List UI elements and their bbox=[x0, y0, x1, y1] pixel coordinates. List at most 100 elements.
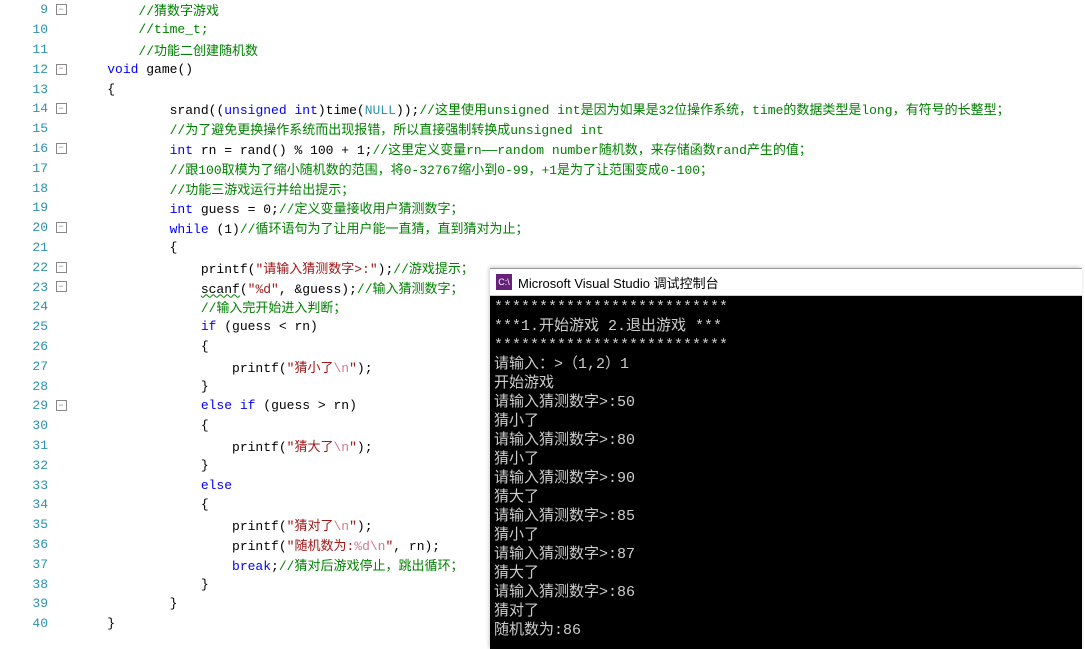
token-punct: ( bbox=[279, 440, 287, 455]
token-string: "猜大了 bbox=[287, 440, 334, 455]
code-line[interactable]: 18 //功能三游戏运行并给出提示； bbox=[0, 178, 1085, 198]
code-content[interactable]: { bbox=[74, 339, 209, 354]
code-content[interactable]: } bbox=[74, 458, 209, 473]
code-content[interactable]: //输入完开始进入判断； bbox=[74, 297, 346, 316]
code-line[interactable]: 14− srand((unsigned int)time(NULL));//这里… bbox=[0, 99, 1085, 119]
token-punct: rn = bbox=[193, 143, 240, 158]
token-keyword: int bbox=[170, 202, 193, 217]
outline-margin[interactable]: − bbox=[54, 222, 68, 234]
token-ident: printf bbox=[201, 262, 248, 277]
token-punct: (guess < rn) bbox=[216, 319, 317, 334]
code-line[interactable]: 20− while (1)//循环语句为了让用户能一直猜，直到猜对为止； bbox=[0, 218, 1085, 238]
code-content[interactable]: } bbox=[74, 616, 115, 631]
token-string: " bbox=[349, 440, 357, 455]
code-content[interactable]: //time_t; bbox=[74, 22, 209, 37]
code-content[interactable]: srand((unsigned int)time(NULL));//这里使用un… bbox=[74, 99, 1010, 118]
code-content[interactable]: printf("随机数为:%d\n", rn); bbox=[74, 535, 440, 554]
code-line[interactable]: 15 //为了避免更换操作系统而出现报错，所以直接强制转换成unsigned i… bbox=[0, 119, 1085, 139]
code-content[interactable]: //跟100取模为了缩小随机数的范围，将0-32767缩小到0-99，+1是为了… bbox=[74, 159, 713, 178]
token-punct: { bbox=[170, 240, 178, 255]
token-punct: () bbox=[177, 62, 193, 77]
vs-icon: C:\ bbox=[496, 274, 512, 290]
fold-toggle-icon[interactable]: − bbox=[56, 4, 67, 15]
token-keyword: if bbox=[240, 398, 256, 413]
code-content[interactable]: //为了避免更换操作系统而出现报错，所以直接强制转换成unsigned int bbox=[74, 119, 604, 138]
line-number: 35 bbox=[0, 517, 54, 532]
code-content[interactable]: printf("猜大了\n"); bbox=[74, 436, 373, 455]
line-number: 24 bbox=[0, 299, 54, 314]
code-content[interactable]: { bbox=[74, 240, 177, 255]
console-titlebar[interactable]: C:\ Microsoft Visual Studio 调试控制台 bbox=[490, 269, 1082, 296]
token-punct bbox=[232, 398, 240, 413]
token-identU: scanf bbox=[201, 282, 240, 297]
fold-toggle-icon[interactable]: − bbox=[56, 400, 67, 411]
outline-margin[interactable]: − bbox=[54, 103, 68, 115]
token-punct: ( bbox=[279, 539, 287, 554]
line-number: 22 bbox=[0, 260, 54, 275]
code-content[interactable]: scanf("%d", &guess);//输入猜测数字； bbox=[74, 278, 464, 297]
code-content[interactable]: while (1)//循环语句为了让用户能一直猜，直到猜对为止； bbox=[74, 218, 528, 237]
token-string: " bbox=[349, 361, 357, 376]
token-ident: rand bbox=[240, 143, 271, 158]
token-string: "猜小了 bbox=[287, 361, 334, 376]
code-content[interactable]: } bbox=[74, 379, 209, 394]
code-content[interactable]: int rn = rand() % 100 + 1;//这里定义变量rn——ra… bbox=[74, 139, 812, 158]
code-content[interactable]: int guess = 0;//定义变量接收用户猜测数字； bbox=[74, 198, 463, 217]
code-content[interactable]: } bbox=[74, 577, 209, 592]
code-line[interactable]: 9− //猜数字游戏 bbox=[0, 0, 1085, 20]
token-punct: } bbox=[107, 616, 115, 631]
outline-margin[interactable]: − bbox=[54, 281, 68, 293]
token-punct: (1) bbox=[209, 222, 240, 237]
code-line[interactable]: 21 { bbox=[0, 238, 1085, 258]
token-comment: //猜数字游戏 bbox=[138, 4, 219, 19]
token-punct: )); bbox=[396, 103, 419, 118]
code-content[interactable]: else if (guess > rn) bbox=[74, 398, 357, 413]
token-punct: { bbox=[201, 418, 209, 433]
token-punct: (( bbox=[209, 103, 225, 118]
outline-margin[interactable]: − bbox=[54, 4, 68, 16]
code-content[interactable]: else bbox=[74, 478, 232, 493]
token-punct: ( bbox=[240, 282, 248, 297]
line-number: 10 bbox=[0, 22, 54, 37]
code-line[interactable]: 10 //time_t; bbox=[0, 20, 1085, 40]
code-content[interactable]: if (guess < rn) bbox=[74, 319, 318, 334]
token-comment: //游戏提示； bbox=[393, 262, 474, 277]
outline-margin[interactable]: − bbox=[54, 64, 68, 76]
code-line[interactable]: 16− int rn = rand() % 100 + 1;//这里定义变量rn… bbox=[0, 139, 1085, 159]
code-line[interactable]: 13 { bbox=[0, 79, 1085, 99]
outline-margin[interactable]: − bbox=[54, 143, 68, 155]
fold-toggle-icon[interactable]: − bbox=[56, 281, 67, 292]
line-number: 36 bbox=[0, 537, 54, 552]
token-punct: ( bbox=[279, 519, 287, 534]
code-content[interactable]: break;//猜对后游戏停止，跳出循环； bbox=[74, 555, 463, 574]
code-line[interactable]: 12− void game() bbox=[0, 59, 1085, 79]
line-number: 18 bbox=[0, 181, 54, 196]
token-punct: } bbox=[170, 596, 178, 611]
token-keyword: break bbox=[232, 559, 271, 574]
code-content[interactable]: void game() bbox=[74, 62, 193, 77]
token-ident: srand bbox=[170, 103, 209, 118]
fold-toggle-icon[interactable]: − bbox=[56, 103, 67, 114]
line-number: 15 bbox=[0, 121, 54, 136]
code-content[interactable]: { bbox=[74, 418, 209, 433]
code-content[interactable]: printf("猜对了\n"); bbox=[74, 515, 373, 534]
fold-toggle-icon[interactable]: − bbox=[56, 143, 67, 154]
fold-toggle-icon[interactable]: − bbox=[56, 222, 67, 233]
outline-margin[interactable]: − bbox=[54, 262, 68, 274]
code-content[interactable]: { bbox=[74, 82, 115, 97]
code-content[interactable]: //功能二创建随机数 bbox=[74, 40, 258, 59]
token-punct: ( bbox=[279, 361, 287, 376]
code-line[interactable]: 11 //功能二创建随机数 bbox=[0, 40, 1085, 60]
fold-toggle-icon[interactable]: − bbox=[56, 64, 67, 75]
token-escape: %d\n bbox=[354, 539, 385, 554]
code-content[interactable]: //功能三游戏运行并给出提示； bbox=[74, 179, 354, 198]
code-content[interactable]: //猜数字游戏 bbox=[74, 0, 219, 19]
code-content[interactable]: printf("请输入猜测数字>:");//游戏提示； bbox=[74, 258, 474, 277]
code-content[interactable]: { bbox=[74, 497, 209, 512]
code-content[interactable]: printf("猜小了\n"); bbox=[74, 357, 373, 376]
code-content[interactable]: } bbox=[74, 596, 177, 611]
code-line[interactable]: 17 //跟100取模为了缩小随机数的范围，将0-32767缩小到0-99，+1… bbox=[0, 158, 1085, 178]
fold-toggle-icon[interactable]: − bbox=[56, 262, 67, 273]
code-line[interactable]: 19 int guess = 0;//定义变量接收用户猜测数字； bbox=[0, 198, 1085, 218]
outline-margin[interactable]: − bbox=[54, 400, 68, 412]
